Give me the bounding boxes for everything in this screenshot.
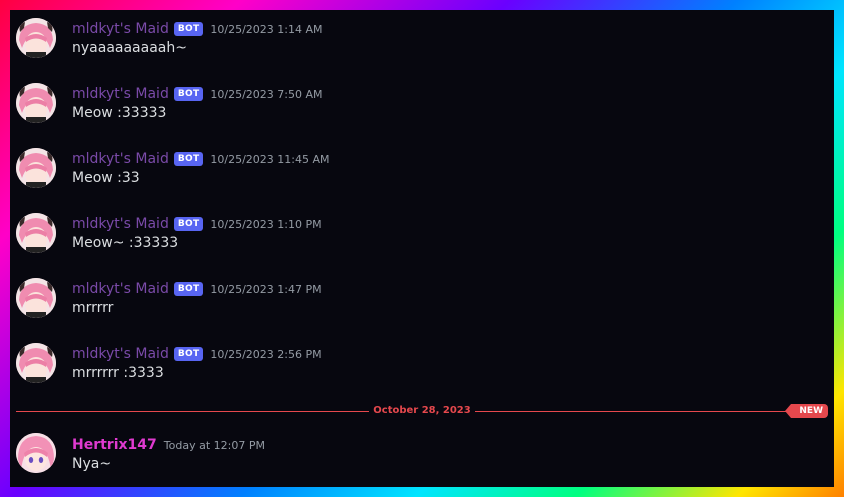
author-name[interactable]: mldkyt's Maid bbox=[72, 151, 169, 167]
message-text: Nya~ bbox=[72, 456, 112, 472]
bot-badge: BOT bbox=[173, 87, 204, 101]
new-badge: NEW bbox=[785, 404, 828, 418]
bot-badge: BOT bbox=[173, 22, 204, 36]
message-text: Meow~ :33333 bbox=[72, 235, 179, 251]
bot-badge: BOT bbox=[173, 347, 204, 361]
author-name[interactable]: mldkyt's Maid bbox=[72, 21, 169, 37]
author-name[interactable]: mldkyt's Maid bbox=[72, 216, 169, 232]
bot-badge: BOT bbox=[173, 282, 204, 296]
message-text: Meow :33 bbox=[72, 170, 140, 186]
message-text: mrrrrrr :3333 bbox=[72, 365, 164, 381]
message: mldkyt's Maid BOT 10/25/2023 1:14 AM nya… bbox=[10, 12, 834, 72]
message-text: nyaaaaaaaaah~ bbox=[72, 40, 187, 56]
message: mldkyt's Maid BOT 10/25/2023 1:47 PM mrr… bbox=[10, 272, 834, 332]
bot-badge: BOT bbox=[173, 152, 204, 166]
bot-badge: BOT bbox=[173, 217, 204, 231]
avatar[interactable] bbox=[16, 433, 56, 473]
author-name[interactable]: mldkyt's Maid bbox=[72, 86, 169, 102]
message: mldkyt's Maid BOT 10/25/2023 1:10 PM Meo… bbox=[10, 207, 834, 267]
timestamp[interactable]: Today at 12:07 PM bbox=[164, 439, 265, 452]
avatar[interactable] bbox=[16, 83, 56, 123]
chat-messages-panel: mldkyt's Maid BOT 10/25/2023 1:14 AM nya… bbox=[10, 10, 834, 487]
author-name[interactable]: Hertrix147 bbox=[72, 437, 157, 453]
timestamp[interactable]: 10/25/2023 11:45 AM bbox=[210, 153, 329, 166]
author-name[interactable]: mldkyt's Maid bbox=[72, 281, 169, 297]
avatar[interactable] bbox=[16, 343, 56, 383]
timestamp[interactable]: 10/25/2023 1:10 PM bbox=[210, 218, 321, 231]
avatar[interactable] bbox=[16, 148, 56, 188]
message: mldkyt's Maid BOT 10/25/2023 2:56 PM mrr… bbox=[10, 337, 834, 397]
message-text: mrrrrr bbox=[72, 300, 114, 316]
message-text: Meow :33333 bbox=[72, 105, 167, 121]
timestamp[interactable]: 10/25/2023 7:50 AM bbox=[210, 88, 322, 101]
timestamp[interactable]: 10/25/2023 1:47 PM bbox=[210, 283, 321, 296]
divider-date: October 28, 2023 bbox=[369, 405, 475, 416]
new-messages-divider: October 28, 2023 NEW bbox=[16, 404, 828, 418]
avatar[interactable] bbox=[16, 18, 56, 58]
message: mldkyt's Maid BOT 10/25/2023 7:50 AM Meo… bbox=[10, 77, 834, 137]
timestamp[interactable]: 10/25/2023 2:56 PM bbox=[210, 348, 321, 361]
message: Hertrix147 Today at 12:07 PM Nya~ bbox=[10, 428, 834, 487]
message: mldkyt's Maid BOT 10/25/2023 11:45 AM Me… bbox=[10, 142, 834, 202]
avatar[interactable] bbox=[16, 278, 56, 318]
timestamp[interactable]: 10/25/2023 1:14 AM bbox=[210, 23, 322, 36]
author-name[interactable]: mldkyt's Maid bbox=[72, 346, 169, 362]
avatar[interactable] bbox=[16, 213, 56, 253]
